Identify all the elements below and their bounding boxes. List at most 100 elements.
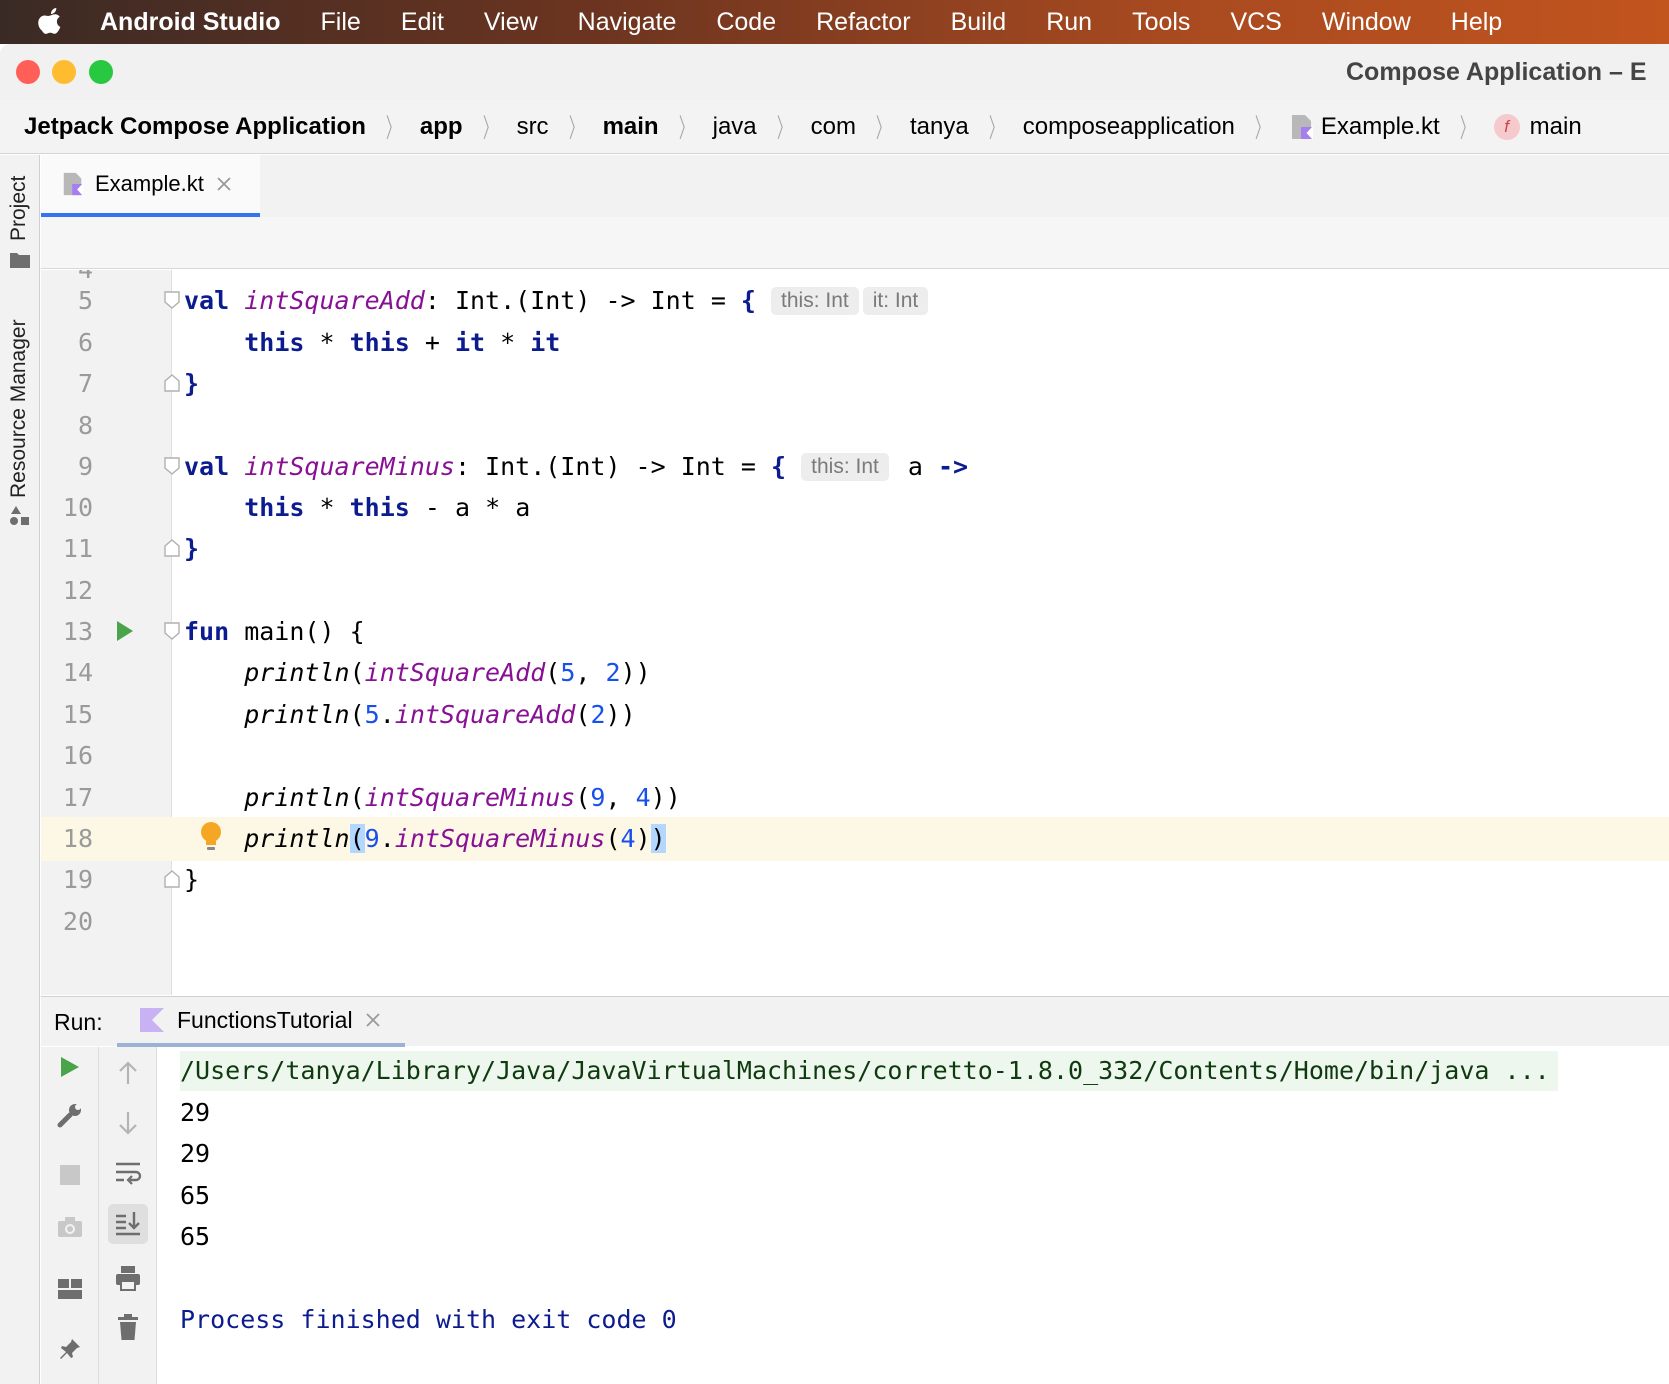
- breadcrumb-project[interactable]: Jetpack Compose Application: [24, 113, 366, 141]
- menu-vcs[interactable]: VCS: [1210, 8, 1301, 37]
- menu-file[interactable]: File: [301, 8, 381, 37]
- layout-icon: [58, 1279, 82, 1299]
- pin-tab-button[interactable]: [50, 1329, 90, 1369]
- previous-occurrence-button[interactable]: [108, 1053, 148, 1093]
- code-line: 20: [41, 900, 1669, 944]
- resource-manager-tool-button[interactable]: Resource Manager: [7, 319, 31, 498]
- menu-edit[interactable]: Edit: [381, 8, 464, 37]
- code-text: val intSquareMinus: Int.(Int) -> Int = {…: [184, 452, 969, 481]
- code-line: 13 fun main() {: [41, 610, 1669, 654]
- code-text: println(5.intSquareAdd(2)): [244, 700, 636, 729]
- menu-navigate[interactable]: Navigate: [558, 8, 697, 37]
- tab-label: Example.kt: [95, 171, 204, 196]
- run-toolbar-primary: [41, 1047, 99, 1384]
- code-editor[interactable]: 4 5 val intSquareAdd: Int.(Int) -> Int =…: [41, 270, 1669, 995]
- run-panel-header: Run: FunctionsTutorial: [41, 996, 1669, 1047]
- restore-layout-button[interactable]: [50, 1269, 90, 1309]
- console-output[interactable]: /Users/tanya/Library/Java/JavaVirtualMac…: [158, 1047, 1669, 1384]
- line-number: 6: [77, 328, 93, 357]
- trash-icon: [118, 1314, 138, 1340]
- soft-wrap-button[interactable]: [108, 1153, 148, 1193]
- editor-tab-bar: Example.kt: [41, 155, 1669, 217]
- code-line: 5 val intSquareAdd: Int.(Int) -> Int = {…: [41, 279, 1669, 323]
- tab-example-kt[interactable]: Example.kt: [41, 155, 260, 217]
- scroll-to-end-button[interactable]: [108, 1204, 148, 1244]
- menu-view[interactable]: View: [464, 8, 558, 37]
- fold-icon[interactable]: [164, 622, 180, 640]
- pin-icon: [60, 1339, 80, 1359]
- next-occurrence-button[interactable]: [108, 1103, 148, 1143]
- project-tool-button[interactable]: Project: [7, 176, 31, 241]
- run-tab-functionstutorial[interactable]: FunctionsTutorial: [117, 997, 405, 1047]
- close-icon[interactable]: [365, 1012, 381, 1028]
- menu-tools[interactable]: Tools: [1112, 8, 1210, 37]
- breadcrumb-function[interactable]: f main: [1493, 112, 1582, 141]
- fold-icon[interactable]: [164, 291, 180, 309]
- breadcrumb-separator: 〉: [988, 113, 1003, 143]
- menu-window[interactable]: Window: [1302, 8, 1431, 37]
- close-window-button[interactable]: [16, 60, 40, 84]
- line-number: 16: [62, 741, 93, 770]
- console-line: 29: [180, 1139, 211, 1168]
- dump-threads-button[interactable]: [50, 1207, 90, 1247]
- code-text: println(intSquareMinus(9, 4)): [244, 783, 681, 812]
- edit-configuration-button[interactable]: [50, 1095, 90, 1135]
- code-line: 16: [41, 734, 1669, 778]
- line-number: 14: [62, 658, 93, 687]
- menu-code[interactable]: Code: [696, 8, 796, 37]
- fold-icon[interactable]: [164, 870, 180, 888]
- menu-help[interactable]: Help: [1431, 8, 1522, 37]
- run-tab-label: FunctionsTutorial: [177, 1006, 353, 1033]
- breadcrumb-com[interactable]: com: [811, 113, 856, 141]
- rerun-button[interactable]: [50, 1047, 90, 1087]
- breadcrumb-separator: 〉: [385, 113, 401, 143]
- clear-all-button[interactable]: [108, 1307, 148, 1347]
- window-titlebar: Compose Application – E: [0, 44, 1669, 100]
- breadcrumb-separator: 〉: [875, 113, 891, 143]
- fold-icon[interactable]: [164, 539, 180, 557]
- menu-app-name[interactable]: Android Studio: [100, 8, 301, 37]
- breadcrumb-app[interactable]: app: [420, 113, 463, 141]
- up-arrow-icon: [119, 1061, 137, 1084]
- run-toolbar-secondary: [99, 1047, 157, 1384]
- window-title: Compose Application – E: [1346, 58, 1647, 86]
- fold-icon[interactable]: [164, 457, 180, 475]
- shapes-icon[interactable]: [9, 505, 31, 527]
- folder-icon[interactable]: [9, 251, 31, 269]
- console-line: Process finished with exit code 0: [180, 1305, 677, 1334]
- menu-refactor[interactable]: Refactor: [796, 8, 930, 37]
- kotlin-file-icon: [63, 172, 84, 196]
- inlay-hint: this: Int: [801, 453, 889, 481]
- kotlin-run-icon: [140, 1008, 164, 1032]
- print-icon: [116, 1266, 140, 1291]
- menu-build[interactable]: Build: [931, 8, 1027, 37]
- console-line: /Users/tanya/Library/Java/JavaVirtualMac…: [180, 1051, 1558, 1091]
- line-number: 15: [62, 700, 93, 729]
- run-gutter-icon[interactable]: [116, 620, 134, 642]
- print-button[interactable]: [108, 1258, 148, 1298]
- breadcrumb-src[interactable]: src: [517, 113, 549, 141]
- line-number: 12: [62, 576, 93, 605]
- minimize-window-button[interactable]: [52, 60, 76, 84]
- breadcrumb-java[interactable]: java: [713, 113, 757, 141]
- console-line: 65: [180, 1222, 211, 1251]
- zoom-window-button[interactable]: [89, 60, 113, 84]
- apple-icon[interactable]: [0, 7, 100, 37]
- menu-run[interactable]: Run: [1026, 8, 1112, 37]
- left-tool-strip: Project Resource Manager: [0, 155, 40, 1384]
- kotlin-file-icon: [1291, 114, 1313, 139]
- breadcrumb-tanya[interactable]: tanya: [910, 113, 969, 141]
- function-icon: f: [1493, 113, 1520, 140]
- close-icon[interactable]: [216, 176, 232, 192]
- stop-button[interactable]: [50, 1155, 90, 1195]
- line-number: 20: [62, 907, 93, 936]
- fold-icon[interactable]: [164, 374, 180, 392]
- line-number: 7: [77, 369, 93, 398]
- breadcrumb-file[interactable]: Example.kt: [1289, 113, 1440, 141]
- breadcrumb-separator: 〉: [678, 113, 693, 143]
- breadcrumb-main[interactable]: main: [603, 113, 659, 141]
- breadcrumb-composeapplication[interactable]: composeapplication: [1023, 113, 1235, 141]
- breadcrumb-function-label: main: [1529, 112, 1582, 140]
- editor-toolbar-row: [41, 217, 1669, 269]
- code-line: 17 println(intSquareMinus(9, 4)): [41, 776, 1669, 820]
